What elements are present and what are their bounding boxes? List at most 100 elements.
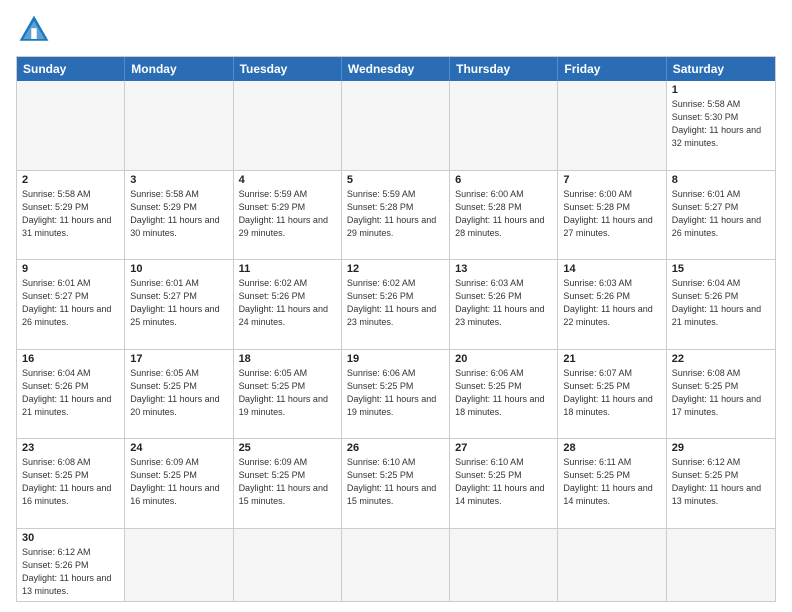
calendar-cell <box>342 529 450 601</box>
calendar-cell: 19Sunrise: 6:06 AMSunset: 5:25 PMDayligh… <box>342 350 450 439</box>
sun-info: Sunrise: 6:03 AMSunset: 5:26 PMDaylight:… <box>455 277 552 329</box>
calendar-cell: 30 Sunrise: 6:12 AMSunset: 5:26 PMDayligh… <box>17 529 125 601</box>
calendar-cell <box>125 81 233 170</box>
day-number: 18 <box>239 353 336 365</box>
day-number: 5 <box>347 174 444 186</box>
calendar-cell: 8 Sunrise: 6:01 AMSunset: 5:27 PMDaylight… <box>667 171 775 260</box>
calendar-cell: 10Sunrise: 6:01 AMSunset: 5:27 PMDayligh… <box>125 260 233 349</box>
day-number: 30 <box>22 532 119 544</box>
day-number: 25 <box>239 442 336 454</box>
calendar-row-2: 9 Sunrise: 6:01 AMSunset: 5:27 PMDaylight… <box>17 259 775 349</box>
sun-info: Sunrise: 6:02 AMSunset: 5:26 PMDaylight:… <box>239 277 336 329</box>
day-number: 6 <box>455 174 552 186</box>
calendar-cell: 4 Sunrise: 5:59 AMSunset: 5:29 PMDaylight… <box>234 171 342 260</box>
weekday-header-sunday: Sunday <box>17 57 125 81</box>
calendar-cell <box>558 81 666 170</box>
day-number: 2 <box>22 174 119 186</box>
day-number: 13 <box>455 263 552 275</box>
sun-info: Sunrise: 6:04 AMSunset: 5:26 PMDaylight:… <box>672 277 770 329</box>
sun-info: Sunrise: 6:08 AMSunset: 5:25 PMDaylight:… <box>22 456 119 508</box>
sun-info: Sunrise: 6:05 AMSunset: 5:25 PMDaylight:… <box>239 367 336 419</box>
calendar-cell <box>450 529 558 601</box>
calendar-cell <box>667 529 775 601</box>
calendar-cell: 21Sunrise: 6:07 AMSunset: 5:25 PMDayligh… <box>558 350 666 439</box>
day-number: 21 <box>563 353 660 365</box>
sun-info: Sunrise: 6:05 AMSunset: 5:25 PMDaylight:… <box>130 367 227 419</box>
sun-info: Sunrise: 5:58 AMSunset: 5:30 PMDaylight:… <box>672 98 770 150</box>
sun-info: Sunrise: 6:04 AMSunset: 5:26 PMDaylight:… <box>22 367 119 419</box>
day-number: 12 <box>347 263 444 275</box>
day-number: 20 <box>455 353 552 365</box>
day-number: 10 <box>130 263 227 275</box>
sun-info: Sunrise: 6:00 AMSunset: 5:28 PMDaylight:… <box>455 188 552 240</box>
sun-info: Sunrise: 6:01 AMSunset: 5:27 PMDaylight:… <box>672 188 770 240</box>
calendar-cell: 28Sunrise: 6:11 AMSunset: 5:25 PMDayligh… <box>558 439 666 528</box>
day-number: 28 <box>563 442 660 454</box>
calendar-cell: 14 Sunrise: 6:03 AMSunset: 5:26 PMDayligh… <box>558 260 666 349</box>
calendar-cell: 20 Sunrise: 6:06 AMSunset: 5:25 PMDayligh… <box>450 350 558 439</box>
calendar-cell: 16Sunrise: 6:04 AMSunset: 5:26 PMDayligh… <box>17 350 125 439</box>
sun-info: Sunrise: 6:01 AMSunset: 5:27 PMDaylight:… <box>22 277 119 329</box>
calendar-cell: 17 Sunrise: 6:05 AMSunset: 5:25 PMDayligh… <box>125 350 233 439</box>
calendar-cell: 26 Sunrise: 6:10 AMSunset: 5:25 PMDayligh… <box>342 439 450 528</box>
day-number: 8 <box>672 174 770 186</box>
sun-info: Sunrise: 6:06 AMSunset: 5:25 PMDaylight:… <box>455 367 552 419</box>
day-number: 22 <box>672 353 770 365</box>
day-number: 23 <box>22 442 119 454</box>
sun-info: Sunrise: 5:58 AMSunset: 5:29 PMDaylight:… <box>130 188 227 240</box>
sun-info: Sunrise: 5:58 AMSunset: 5:29 PMDaylight:… <box>22 188 119 240</box>
calendar-cell: 9 Sunrise: 6:01 AMSunset: 5:27 PMDaylight… <box>17 260 125 349</box>
logo-icon <box>16 12 52 48</box>
sun-info: Sunrise: 6:09 AMSunset: 5:25 PMDaylight:… <box>130 456 227 508</box>
calendar-cell: 22 Sunrise: 6:08 AMSunset: 5:25 PMDayligh… <box>667 350 775 439</box>
calendar-cell <box>342 81 450 170</box>
weekday-header-wednesday: Wednesday <box>342 57 450 81</box>
weekday-header-saturday: Saturday <box>667 57 775 81</box>
calendar-row-1: 2 Sunrise: 5:58 AMSunset: 5:29 PMDaylight… <box>17 170 775 260</box>
day-number: 1 <box>672 84 770 96</box>
page: SundayMondayTuesdayWednesdayThursdayFrid… <box>0 0 792 612</box>
sun-info: Sunrise: 6:03 AMSunset: 5:26 PMDaylight:… <box>563 277 660 329</box>
calendar-cell <box>125 529 233 601</box>
calendar-cell <box>234 529 342 601</box>
calendar-cell: 7 Sunrise: 6:00 AMSunset: 5:28 PMDaylight… <box>558 171 666 260</box>
day-number: 29 <box>672 442 770 454</box>
day-number: 17 <box>130 353 227 365</box>
calendar-cell: 2 Sunrise: 5:58 AMSunset: 5:29 PMDaylight… <box>17 171 125 260</box>
calendar-cell: 6 Sunrise: 6:00 AMSunset: 5:28 PMDaylight… <box>450 171 558 260</box>
calendar-cell <box>558 529 666 601</box>
sun-info: Sunrise: 5:59 AMSunset: 5:29 PMDaylight:… <box>239 188 336 240</box>
calendar-header: SundayMondayTuesdayWednesdayThursdayFrid… <box>17 57 775 81</box>
calendar-cell: 27Sunrise: 6:10 AMSunset: 5:25 PMDayligh… <box>450 439 558 528</box>
sun-info: Sunrise: 6:00 AMSunset: 5:28 PMDaylight:… <box>563 188 660 240</box>
weekday-header-thursday: Thursday <box>450 57 558 81</box>
weekday-header-monday: Monday <box>125 57 233 81</box>
sun-info: Sunrise: 6:10 AMSunset: 5:25 PMDaylight:… <box>455 456 552 508</box>
calendar-cell: 3Sunrise: 5:58 AMSunset: 5:29 PMDaylight… <box>125 171 233 260</box>
day-number: 24 <box>130 442 227 454</box>
weekday-header-friday: Friday <box>558 57 666 81</box>
day-number: 26 <box>347 442 444 454</box>
calendar-row-3: 16Sunrise: 6:04 AMSunset: 5:26 PMDayligh… <box>17 349 775 439</box>
header <box>16 12 776 48</box>
calendar-cell: 29 Sunrise: 6:12 AMSunset: 5:25 PMDayligh… <box>667 439 775 528</box>
day-number: 19 <box>347 353 444 365</box>
calendar-row-4: 23 Sunrise: 6:08 AMSunset: 5:25 PMDayligh… <box>17 438 775 528</box>
sun-info: Sunrise: 6:12 AMSunset: 5:26 PMDaylight:… <box>22 546 119 598</box>
sun-info: Sunrise: 5:59 AMSunset: 5:28 PMDaylight:… <box>347 188 444 240</box>
sun-info: Sunrise: 6:12 AMSunset: 5:25 PMDaylight:… <box>672 456 770 508</box>
day-number: 7 <box>563 174 660 186</box>
calendar-cell: 12Sunrise: 6:02 AMSunset: 5:26 PMDayligh… <box>342 260 450 349</box>
sun-info: Sunrise: 6:10 AMSunset: 5:25 PMDaylight:… <box>347 456 444 508</box>
day-number: 9 <box>22 263 119 275</box>
calendar-cell: 25Sunrise: 6:09 AMSunset: 5:25 PMDayligh… <box>234 439 342 528</box>
sun-info: Sunrise: 6:08 AMSunset: 5:25 PMDaylight:… <box>672 367 770 419</box>
day-number: 4 <box>239 174 336 186</box>
calendar-row-5: 30 Sunrise: 6:12 AMSunset: 5:26 PMDayligh… <box>17 528 775 601</box>
calendar-body: 1 Sunrise: 5:58 AMSunset: 5:30 PMDaylight… <box>17 81 775 601</box>
day-number: 14 <box>563 263 660 275</box>
day-number: 11 <box>239 263 336 275</box>
calendar-cell <box>450 81 558 170</box>
weekday-header-tuesday: Tuesday <box>234 57 342 81</box>
logo <box>16 12 56 48</box>
